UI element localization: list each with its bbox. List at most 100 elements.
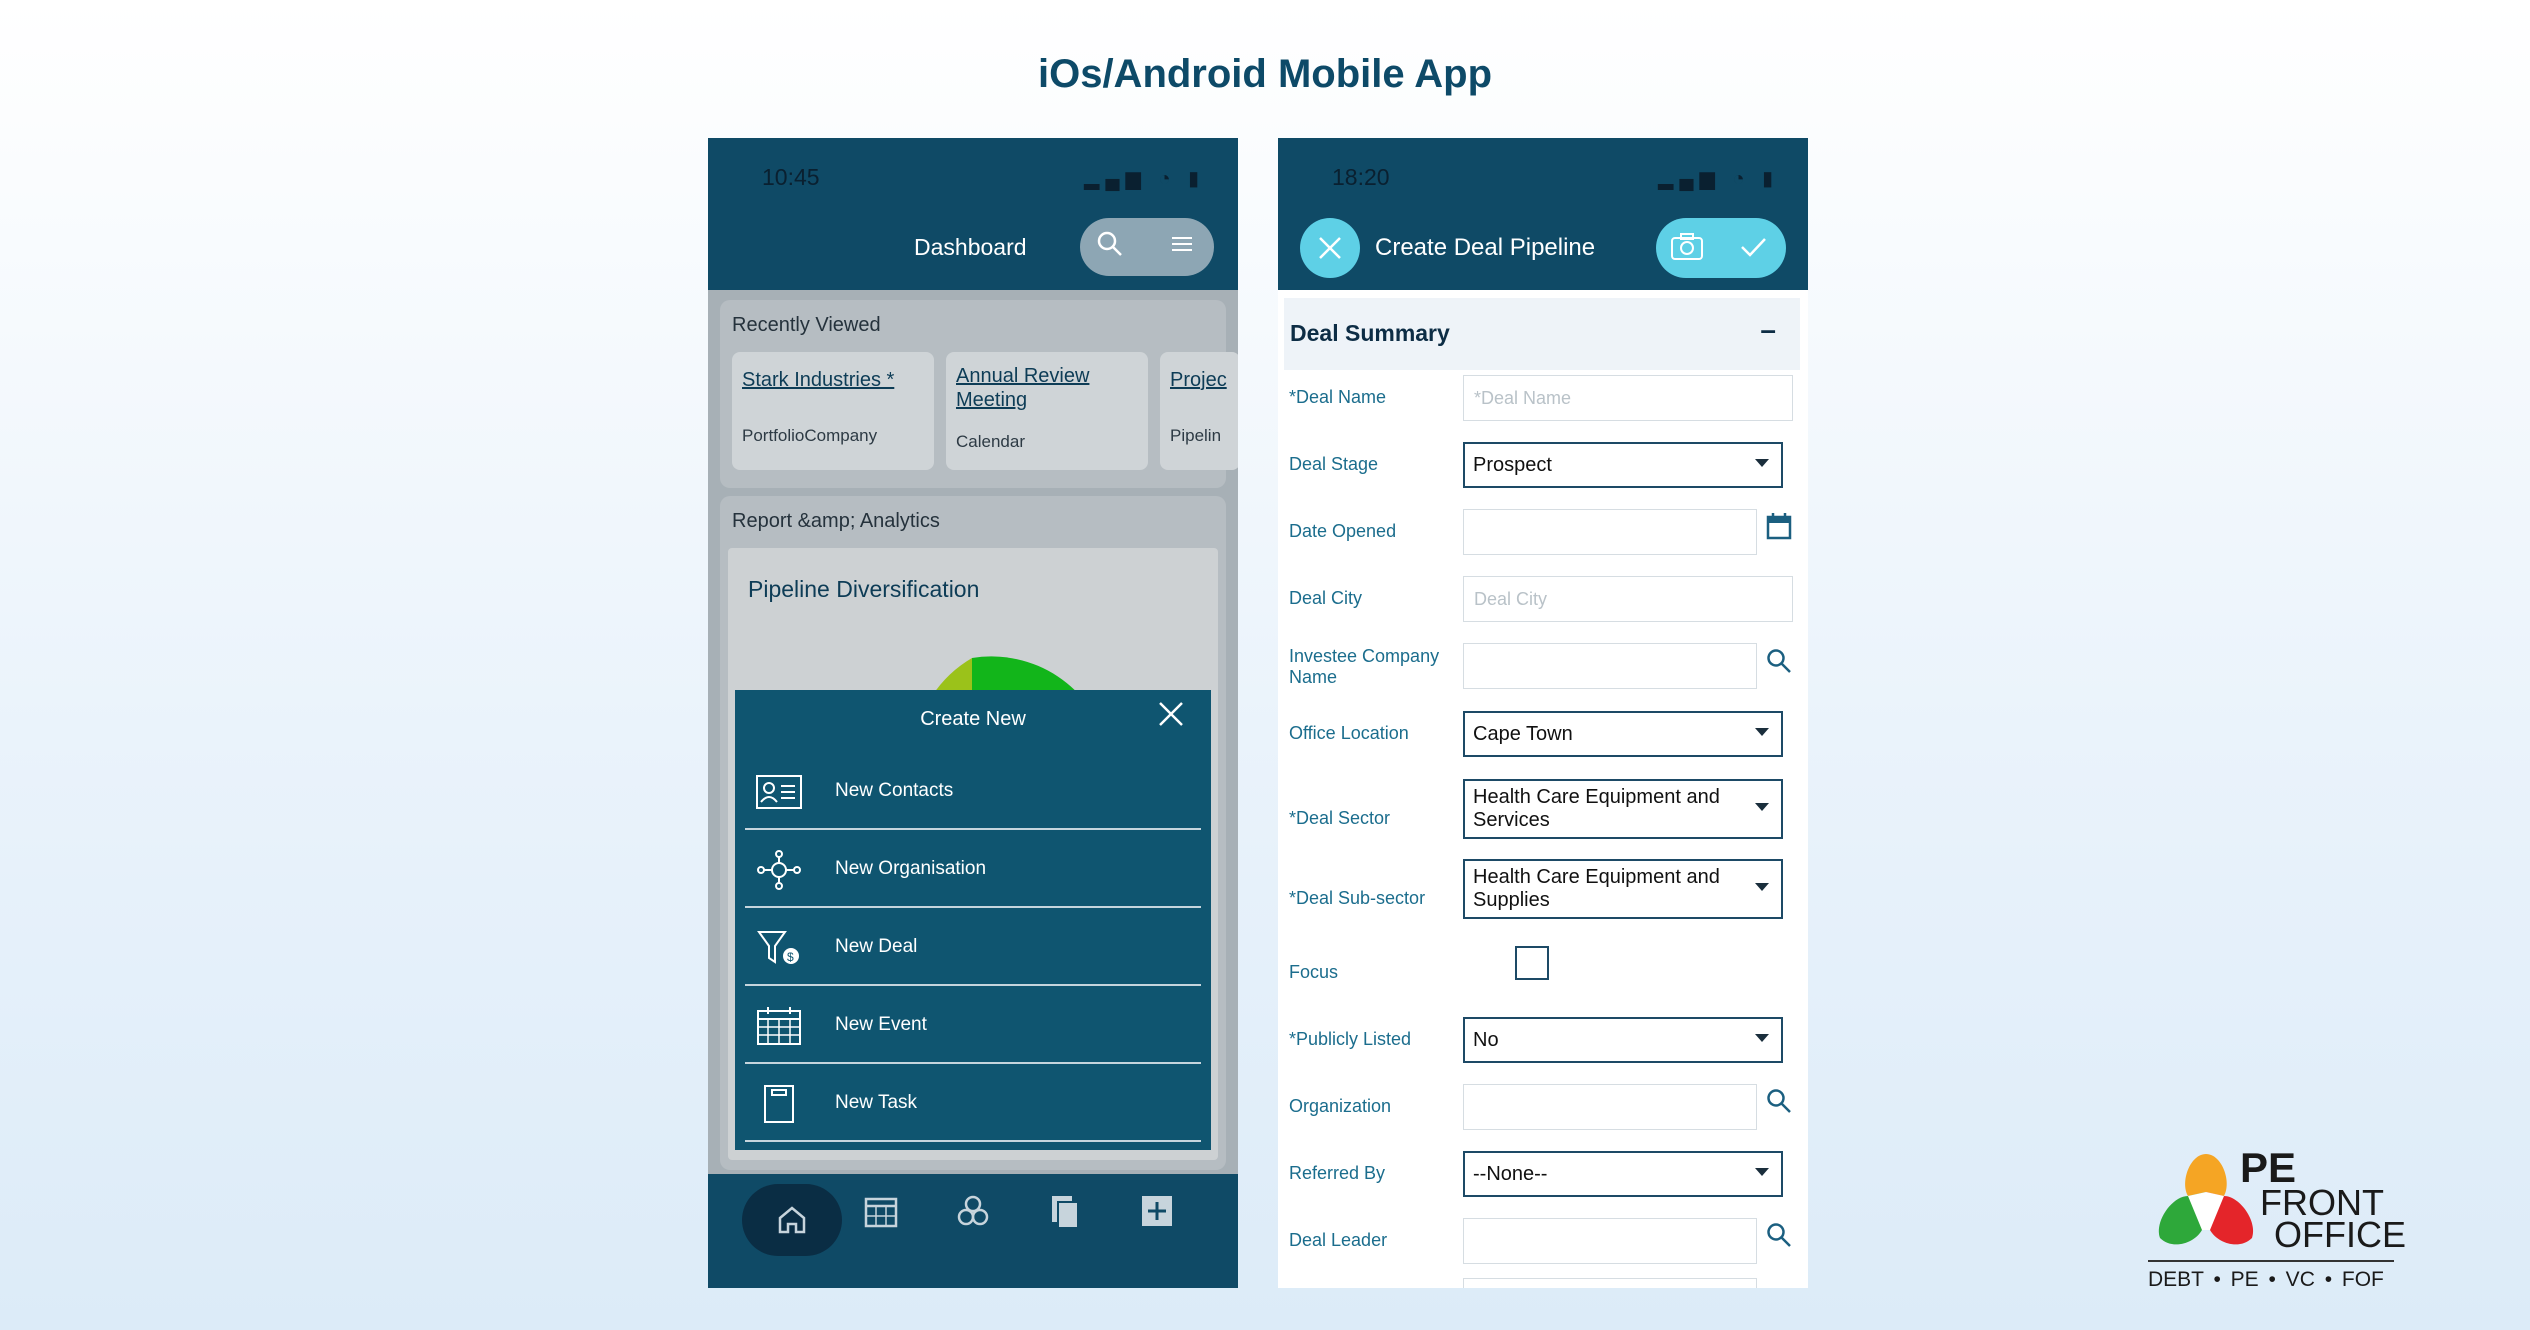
search-icon[interactable] (1766, 1222, 1792, 1255)
recent-item-name[interactable]: Stark Industries * (742, 368, 922, 392)
recently-viewed-title: Recently Viewed (732, 314, 881, 336)
deal-leader-field[interactable] (1463, 1218, 1757, 1264)
create-new-modal: Create New New Contacts New Organisation… (735, 690, 1211, 1150)
recent-item-name[interactable]: Projec (1170, 368, 1238, 392)
new-task-item[interactable]: New Task (745, 1064, 1201, 1142)
create-deal-phone: 18:20 ▂▄▆ ◔ ▮ Create Deal Pipeline Deal … (1278, 138, 1808, 1288)
deal-stage-label: Deal Stage (1289, 454, 1379, 474)
recently-viewed-card: Recently Viewed Stark Industries * Portf… (720, 300, 1238, 488)
select-value: Health Care Equipment and Services (1473, 786, 1720, 831)
dashboard-title: Dashboard (914, 234, 1027, 260)
chevron-down-icon (1755, 459, 1769, 467)
chevron-down-icon (1755, 1168, 1769, 1176)
task-clipboard-icon (764, 1085, 794, 1123)
organization-field[interactable] (1463, 1084, 1757, 1130)
contact-card-icon (756, 775, 802, 809)
chevron-down-icon (1755, 883, 1769, 891)
organisation-network-icon (757, 850, 801, 890)
organization-label: Organization (1289, 1096, 1392, 1116)
focus-checkbox[interactable] (1515, 946, 1549, 980)
status-icons: ▂▄▆ ◔ ▮ (1084, 168, 1206, 190)
chevron-down-icon (1755, 803, 1769, 811)
new-organisation-item[interactable]: New Organisation (745, 830, 1201, 908)
select-value: --None-- (1473, 1163, 1548, 1185)
camera-icon[interactable] (1670, 232, 1704, 269)
svg-text:$: $ (787, 950, 794, 964)
logo-tagline: DEBT • PE • VC • FOF (2148, 1268, 2384, 1291)
calendar-picker-icon[interactable] (1766, 512, 1792, 547)
search-icon[interactable] (1766, 1088, 1792, 1121)
nav-add-button[interactable] (1140, 1194, 1174, 1236)
deal-stage-select[interactable]: Prospect (1463, 442, 1783, 488)
deal-summary-section-header[interactable]: Deal Summary – (1284, 298, 1800, 370)
deal-city-field[interactable]: Deal City (1463, 576, 1793, 622)
office-location-label: Office Location (1289, 723, 1409, 743)
collapse-toggle[interactable]: – (1760, 314, 1776, 346)
modal-title: Create New (920, 708, 1026, 730)
create-deal-title: Create Deal Pipeline (1375, 234, 1596, 261)
deal-sector-select[interactable]: Health Care Equipment and Services (1463, 779, 1783, 839)
select-value: Health Care Equipment and Supplies (1473, 866, 1720, 911)
referred-by-select[interactable]: --None-- (1463, 1151, 1783, 1197)
close-icon (1319, 237, 1341, 259)
select-value: Prospect (1473, 454, 1552, 476)
recent-item[interactable]: Annual Review Meeting Calendar (946, 352, 1148, 470)
menu-item-label: New Organisation (835, 858, 987, 879)
recent-item-type: Pipelin (1170, 426, 1222, 445)
deal-city-label: Deal City (1289, 588, 1363, 608)
header-action-pill (1080, 218, 1214, 276)
close-icon[interactable] (1157, 700, 1185, 734)
dashboard-header: 10:45 ▂▄▆ ◔ ▮ Dashboard (708, 138, 1238, 290)
status-time: 18:20 (1332, 164, 1390, 190)
pe-front-office-logo: PE FRONT OFFICE DEBT • PE • VC • FOF (2148, 1144, 2406, 1294)
deal-funnel-icon: $ (757, 931, 799, 964)
create-deal-header: 18:20 ▂▄▆ ◔ ▮ Create Deal Pipeline (1278, 138, 1808, 290)
next-field-partial[interactable] (1463, 1278, 1757, 1288)
menu-item-label: New Deal (835, 936, 918, 957)
date-opened-field[interactable] (1463, 509, 1757, 555)
deal-subsector-label: *Deal Sub-sector (1289, 888, 1426, 908)
menu-item-label: New Contacts (835, 780, 954, 801)
menu-item-label: New Event (835, 1014, 927, 1035)
search-icon[interactable] (1096, 230, 1124, 265)
nav-calendar-button[interactable] (864, 1194, 898, 1236)
menu-icon[interactable] (1170, 230, 1194, 265)
nav-documents-button[interactable] (1048, 1194, 1082, 1236)
new-deal-item[interactable]: $ New Deal (745, 908, 1201, 986)
deal-name-field[interactable]: *Deal Name (1463, 375, 1793, 421)
recent-item-name[interactable]: Annual Review Meeting (956, 364, 1136, 412)
menu-item-label: New Task (835, 1092, 918, 1113)
chevron-down-icon (1755, 728, 1769, 736)
referred-by-label: Referred By (1289, 1163, 1386, 1183)
deal-subsector-select[interactable]: Health Care Equipment and Supplies (1463, 859, 1783, 919)
bottom-nav (708, 1174, 1238, 1288)
new-event-item[interactable]: New Event (745, 986, 1201, 1064)
home-icon (778, 1206, 806, 1234)
dashboard-phone: 10:45 ▂▄▆ ◔ ▮ Dashboard Recently Viewed … (708, 138, 1238, 1288)
chart-title: Pipeline Diversification (748, 576, 980, 602)
recent-item[interactable]: Stark Industries * PortfolioCompany (732, 352, 934, 470)
office-location-select[interactable]: Cape Town (1463, 711, 1783, 757)
status-icons: ▂▄▆ ◔ ▮ (1658, 168, 1780, 190)
deals-icon (957, 1195, 989, 1226)
investee-company-field[interactable] (1463, 643, 1757, 689)
recent-item[interactable]: Projec Pipelin (1160, 352, 1238, 470)
checkmark-icon[interactable] (1738, 232, 1768, 269)
page-title: iOs/Android Mobile App (1037, 52, 1493, 96)
select-value: Cape Town (1473, 723, 1573, 745)
header-action-pill (1656, 218, 1786, 278)
deal-leader-label: Deal Leader (1289, 1230, 1388, 1250)
nav-home-button[interactable] (742, 1184, 842, 1256)
section-title: Deal Summary (1290, 320, 1450, 346)
nav-deals-button[interactable] (956, 1194, 990, 1236)
dashboard-body: Recently Viewed Stark Industries * Portf… (708, 290, 1238, 1174)
deal-name-label: *Deal Name (1289, 387, 1387, 407)
new-contacts-item[interactable]: New Contacts (745, 752, 1201, 830)
add-icon (1142, 1196, 1172, 1226)
date-opened-label: Date Opened (1289, 521, 1397, 541)
close-button[interactable] (1300, 218, 1360, 278)
publicly-listed-label: *Publicly Listed (1289, 1029, 1412, 1049)
deal-sector-label: *Deal Sector (1289, 808, 1391, 828)
publicly-listed-select[interactable]: No (1463, 1017, 1783, 1063)
search-icon[interactable] (1766, 648, 1792, 681)
